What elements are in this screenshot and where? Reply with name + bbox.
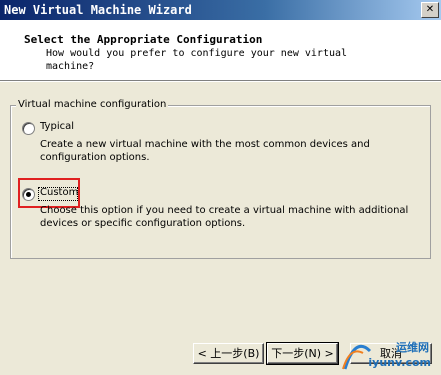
wizard-header: Select the Appropriate Configuration How… [0,20,441,81]
title-bar[interactable]: New Virtual Machine Wizard ✕ [0,0,441,20]
page-subtitle: How would you prefer to configure your n… [46,48,348,72]
typical-label[interactable]: Typical [40,121,74,132]
watermark-text-cn: 运维网 [396,341,429,354]
next-button[interactable]: 下一步(N) > [266,342,339,365]
typical-radio[interactable] [22,122,35,135]
radio-selected-dot [26,192,31,197]
watermark-text-url: iyunv.com [368,356,431,369]
typical-description: Create a new virtual machine with the mo… [40,139,370,163]
close-icon: ✕ [425,4,435,15]
window-title: New Virtual Machine Wizard [4,3,192,17]
page-title: Select the Appropriate Configuration [24,33,263,46]
close-button[interactable]: ✕ [421,2,439,18]
header-separator [0,81,441,82]
typical-option[interactable]: Typical [22,121,152,135]
custom-radio[interactable] [22,188,35,201]
groupbox-legend: Virtual machine configuration [16,99,169,110]
custom-description: Choose this option if you need to create… [40,205,409,229]
focus-rectangle [38,187,78,201]
back-button[interactable]: < 上一步(B) [193,343,264,364]
